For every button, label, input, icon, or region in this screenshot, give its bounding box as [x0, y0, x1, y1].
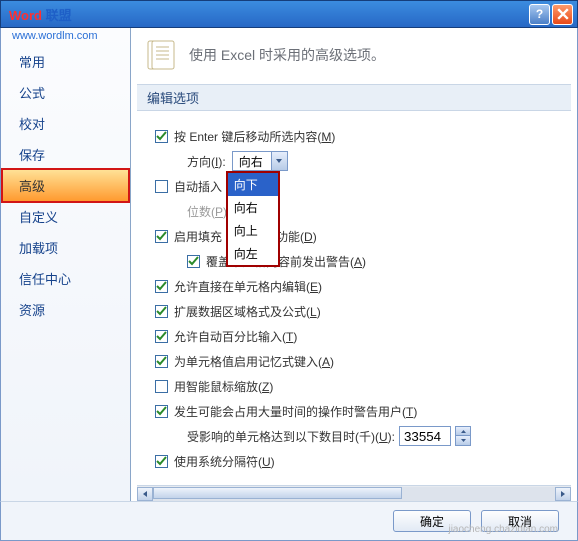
label-intellimouse: 用智能鼠标缩放(Z)	[174, 378, 273, 395]
checkbox-intellimouse[interactable]	[155, 380, 168, 393]
sidebar-item-addins[interactable]: 加载项	[1, 232, 130, 263]
option-extend-formats: 扩展数据区域格式及公式(L)	[155, 301, 563, 321]
label-enter-move: 按 Enter 键后移动所选内容(M)	[174, 128, 335, 145]
scroll-right-icon[interactable]	[555, 487, 571, 501]
label-places: 位数(P):	[187, 203, 230, 220]
scroll-left-icon[interactable]	[137, 487, 153, 501]
scrollbar-track[interactable]	[153, 487, 555, 501]
dropdown-item-up[interactable]: 向上	[228, 219, 278, 242]
panel-header-text: 使用 Excel 时采用的高级选项。	[189, 45, 385, 65]
option-percent-entry: 允许自动百分比输入(T)	[155, 326, 563, 346]
spinner-up-icon[interactable]	[456, 427, 470, 436]
option-direction: 方向(I): 向右 向下 向右 向上 向左	[155, 151, 563, 171]
label-cell-threshold: 受影响的单元格达到以下数目时(千)(U):	[187, 428, 395, 445]
option-auto-insert: 自动插入	[155, 176, 563, 196]
spinner-down-icon[interactable]	[456, 436, 470, 445]
sidebar-item-advanced[interactable]: 高级	[1, 168, 130, 203]
options-icon	[145, 38, 179, 72]
label-auto-insert: 自动插入	[174, 178, 222, 195]
input-cell-threshold[interactable]	[399, 426, 451, 446]
window-title: Word 联盟	[5, 5, 529, 24]
label-sys-separators: 使用系统分隔符(U)	[174, 453, 275, 470]
option-enter-move: 按 Enter 键后移动所选内容(M)	[155, 126, 563, 146]
dialog-footer: 确定 取消 jiaocheng.chazidian.com	[0, 501, 578, 541]
option-overwrite-warn: 覆盖单元格内容前发出警告(A)	[155, 251, 563, 271]
label-percent-entry: 允许自动百分比输入(T)	[174, 328, 297, 345]
label-direction: 方向(I):	[187, 153, 226, 170]
main-panel: 使用 Excel 时采用的高级选项。 编辑选项 按 Enter 键后移动所选内容…	[131, 28, 577, 501]
ok-button[interactable]: 确定	[393, 510, 471, 532]
close-icon	[557, 8, 569, 20]
panel-header: 使用 Excel 时采用的高级选项。	[131, 28, 577, 84]
options-area: 按 Enter 键后移动所选内容(M) 方向(I): 向右 向下 向右 向上 向…	[131, 121, 577, 485]
scrollbar-thumb[interactable]	[153, 487, 402, 499]
sidebar-item-save[interactable]: 保存	[1, 139, 130, 170]
checkbox-fill-handle[interactable]	[155, 230, 168, 243]
dropdown-item-right[interactable]: 向右	[228, 196, 278, 219]
sidebar: 常用 公式 校对 保存 高级 自定义 加载项 信任中心 资源	[1, 28, 131, 501]
checkbox-long-op-alert[interactable]	[155, 405, 168, 418]
sidebar-item-formulas[interactable]: 公式	[1, 77, 130, 108]
title-brand: Word	[9, 8, 42, 23]
checkbox-sys-separators[interactable]	[155, 455, 168, 468]
dropdown-item-left[interactable]: 向左	[228, 242, 278, 265]
sidebar-item-resources[interactable]: 资源	[1, 294, 130, 325]
checkbox-edit-in-cell[interactable]	[155, 280, 168, 293]
label-edit-in-cell: 允许直接在单元格内编辑(E)	[174, 278, 322, 295]
option-autocomplete: 为单元格值启用记忆式键入(A)	[155, 351, 563, 371]
checkbox-percent-entry[interactable]	[155, 330, 168, 343]
help-button[interactable]: ?	[529, 4, 550, 25]
combo-direction-value: 向右	[233, 153, 271, 170]
checkbox-overwrite-warn[interactable]	[187, 255, 200, 268]
label-long-op-alert: 发生可能会占用大量时间的操作时警告用户(T)	[174, 403, 417, 420]
close-button[interactable]	[552, 4, 573, 25]
option-sys-separators: 使用系统分隔符(U)	[155, 451, 563, 471]
cancel-button[interactable]: 取消	[481, 510, 559, 532]
dropdown-item-down[interactable]: 向下	[228, 173, 278, 196]
sidebar-item-trust[interactable]: 信任中心	[1, 263, 130, 294]
label-autocomplete: 为单元格值启用记忆式键入(A)	[174, 353, 334, 370]
window-buttons: ?	[529, 4, 573, 25]
option-fill-handle: 启用填充xxxxx拖放功能(D)	[155, 226, 563, 246]
checkbox-autocomplete[interactable]	[155, 355, 168, 368]
checkbox-auto-insert[interactable]	[155, 180, 168, 193]
option-long-op-alert: 发生可能会占用大量时间的操作时警告用户(T)	[155, 401, 563, 421]
combo-direction[interactable]: 向右	[232, 151, 288, 171]
dropdown-direction: 向下 向右 向上 向左	[226, 171, 280, 267]
titlebar: Word 联盟 ?	[0, 0, 578, 28]
chevron-down-icon	[271, 152, 287, 170]
horizontal-scrollbar[interactable]	[137, 485, 571, 501]
section-title: 编辑选项	[137, 84, 571, 111]
sidebar-item-proofing[interactable]: 校对	[1, 108, 130, 139]
label-extend-formats: 扩展数据区域格式及公式(L)	[174, 303, 321, 320]
option-places: 位数(P):	[155, 201, 563, 221]
option-intellimouse: 用智能鼠标缩放(Z)	[155, 376, 563, 396]
option-cell-threshold: 受影响的单元格达到以下数目时(千)(U):	[155, 426, 563, 446]
checkbox-extend-formats[interactable]	[155, 305, 168, 318]
watermark-url: www.wordlm.com	[12, 30, 98, 42]
dialog-body: 常用 公式 校对 保存 高级 自定义 加载项 信任中心 资源 使用 Excel …	[0, 28, 578, 501]
checkbox-enter-move[interactable]	[155, 130, 168, 143]
option-edit-in-cell: 允许直接在单元格内编辑(E)	[155, 276, 563, 296]
sidebar-item-general[interactable]: 常用	[1, 46, 130, 77]
sidebar-item-customize[interactable]: 自定义	[1, 201, 130, 232]
